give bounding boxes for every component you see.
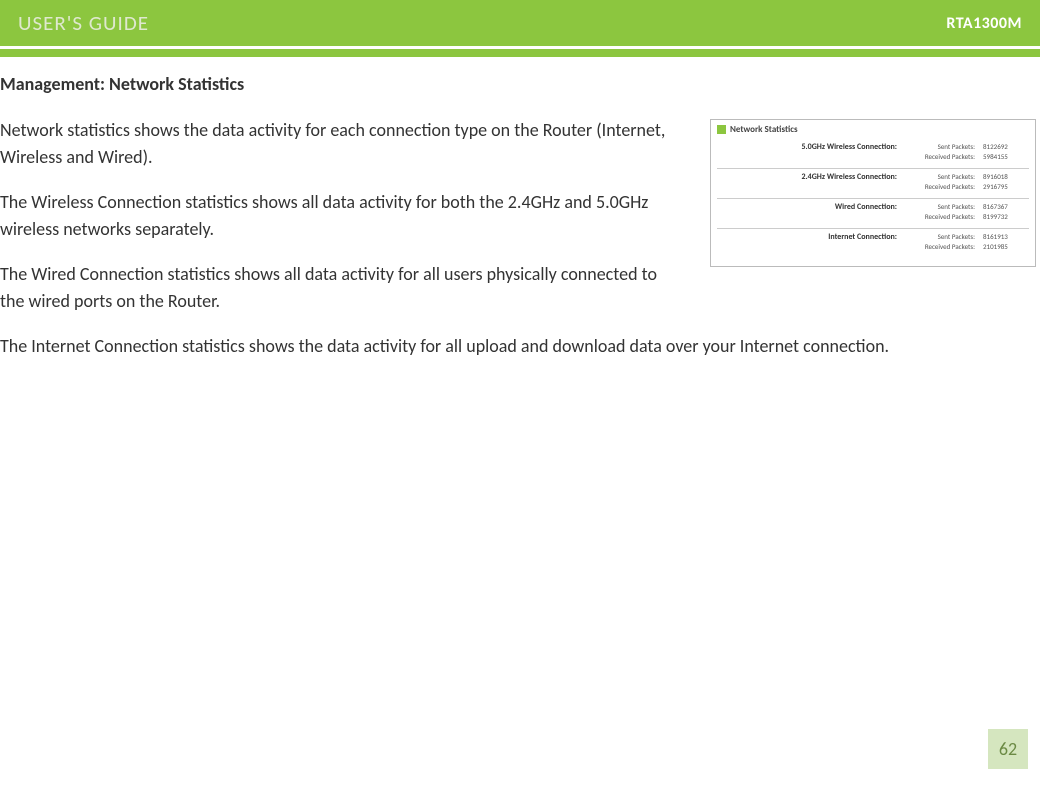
- sent-label: Sent Packets:: [905, 232, 975, 242]
- product-model: RTA1300M: [946, 14, 1022, 33]
- conn-label: Internet Connection:: [777, 232, 897, 242]
- recv-value: 5984155: [983, 152, 1029, 162]
- square-icon: [717, 125, 726, 134]
- sent-value: 8122692: [983, 142, 1029, 152]
- sent-label: Sent Packets:: [905, 202, 975, 212]
- sent-label: Sent Packets:: [905, 142, 975, 152]
- figure-body: 5.0GHz Wireless Connection: Sent Packets…: [717, 139, 1029, 258]
- network-statistics-figure: Network Statistics 5.0GHz Wireless Conne…: [710, 119, 1036, 267]
- header-banner: USER'S GUIDE RTA1300M: [0, 0, 1040, 55]
- recv-value: 2101985: [983, 242, 1029, 252]
- recv-label: Received Packets:: [905, 182, 975, 192]
- figure-heading: Network Statistics: [717, 124, 1029, 135]
- section-title: Management: Network Statistics: [0, 73, 1036, 95]
- page-number: 62: [988, 729, 1028, 769]
- fig-section: 5.0GHz Wireless Connection: Sent Packets…: [717, 139, 1029, 169]
- guide-title: USER'S GUIDE: [18, 10, 149, 36]
- sent-value: 8916018: [983, 172, 1029, 182]
- recv-label: Received Packets:: [905, 212, 975, 222]
- fig-section: Internet Connection: Sent Packets: 81619…: [717, 229, 1029, 258]
- paragraph: The Wireless Connection statistics shows…: [0, 189, 680, 243]
- paragraph: The Internet Connection statistics shows…: [0, 333, 1036, 360]
- page-content: Management: Network Statistics Network S…: [0, 55, 1040, 378]
- sent-label: Sent Packets:: [905, 172, 975, 182]
- recv-value: 8199732: [983, 212, 1029, 222]
- recv-label: Received Packets:: [905, 152, 975, 162]
- sent-value: 8167367: [983, 202, 1029, 212]
- conn-label: 5.0GHz Wireless Connection:: [777, 142, 897, 152]
- paragraph: The Wired Connection statistics shows al…: [0, 261, 680, 315]
- figure-heading-text: Network Statistics: [730, 124, 798, 135]
- paragraph: Network statistics shows the data activi…: [0, 117, 680, 171]
- recv-value: 2916795: [983, 182, 1029, 192]
- sent-value: 8161913: [983, 232, 1029, 242]
- fig-section: Wired Connection: Sent Packets: 8167367 …: [717, 199, 1029, 229]
- banner-inner: USER'S GUIDE RTA1300M: [0, 0, 1040, 46]
- fig-section: 2.4GHz Wireless Connection: Sent Packets…: [717, 169, 1029, 199]
- recv-label: Received Packets:: [905, 242, 975, 252]
- conn-label: 2.4GHz Wireless Connection:: [777, 172, 897, 182]
- conn-label: Wired Connection:: [777, 202, 897, 212]
